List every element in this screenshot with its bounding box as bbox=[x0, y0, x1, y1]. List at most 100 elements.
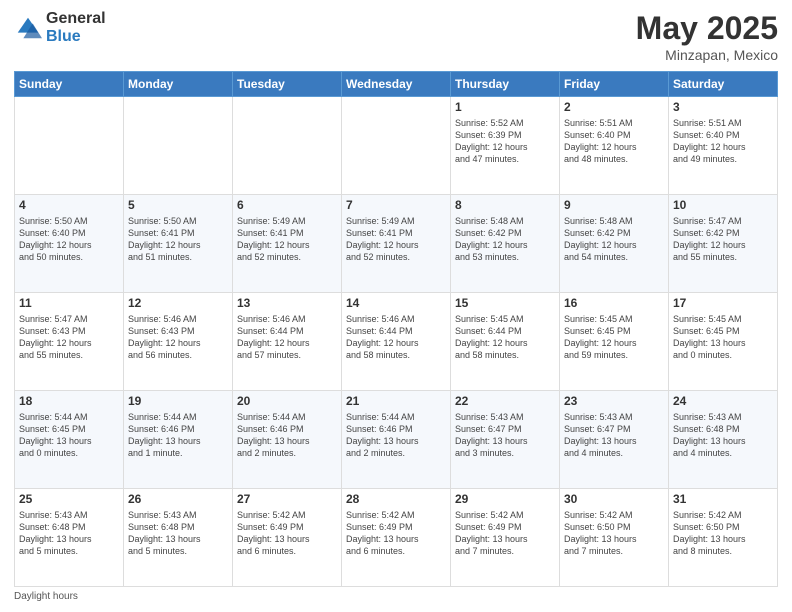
calendar-day-cell: 8Sunrise: 5:48 AM Sunset: 6:42 PM Daylig… bbox=[451, 195, 560, 293]
day-info: Sunrise: 5:47 AM Sunset: 6:43 PM Dayligh… bbox=[19, 313, 119, 362]
day-info: Sunrise: 5:42 AM Sunset: 6:49 PM Dayligh… bbox=[346, 509, 446, 558]
empty-day-cell bbox=[233, 97, 342, 195]
day-info: Sunrise: 5:43 AM Sunset: 6:48 PM Dayligh… bbox=[19, 509, 119, 558]
day-number: 31 bbox=[673, 492, 773, 508]
calendar-day-cell: 29Sunrise: 5:42 AM Sunset: 6:49 PM Dayli… bbox=[451, 489, 560, 587]
logo-general: General bbox=[46, 10, 106, 28]
day-info: Sunrise: 5:42 AM Sunset: 6:49 PM Dayligh… bbox=[455, 509, 555, 558]
calendar-day-cell: 24Sunrise: 5:43 AM Sunset: 6:48 PM Dayli… bbox=[669, 391, 778, 489]
calendar-day-cell: 6Sunrise: 5:49 AM Sunset: 6:41 PM Daylig… bbox=[233, 195, 342, 293]
day-number: 23 bbox=[564, 394, 664, 410]
day-info: Sunrise: 5:50 AM Sunset: 6:40 PM Dayligh… bbox=[19, 215, 119, 264]
day-number: 2 bbox=[564, 100, 664, 116]
calendar-day-cell: 25Sunrise: 5:43 AM Sunset: 6:48 PM Dayli… bbox=[15, 489, 124, 587]
day-info: Sunrise: 5:46 AM Sunset: 6:44 PM Dayligh… bbox=[346, 313, 446, 362]
day-number: 3 bbox=[673, 100, 773, 116]
day-info: Sunrise: 5:46 AM Sunset: 6:43 PM Dayligh… bbox=[128, 313, 228, 362]
calendar-header-row: SundayMondayTuesdayWednesdayThursdayFrid… bbox=[15, 72, 778, 97]
calendar-day-cell: 13Sunrise: 5:46 AM Sunset: 6:44 PM Dayli… bbox=[233, 293, 342, 391]
calendar-day-cell: 23Sunrise: 5:43 AM Sunset: 6:47 PM Dayli… bbox=[560, 391, 669, 489]
calendar-day-cell: 31Sunrise: 5:42 AM Sunset: 6:50 PM Dayli… bbox=[669, 489, 778, 587]
calendar-day-cell: 30Sunrise: 5:42 AM Sunset: 6:50 PM Dayli… bbox=[560, 489, 669, 587]
empty-day-cell bbox=[15, 97, 124, 195]
day-info: Sunrise: 5:51 AM Sunset: 6:40 PM Dayligh… bbox=[564, 117, 664, 166]
weekday-header-monday: Monday bbox=[124, 72, 233, 97]
calendar-day-cell: 15Sunrise: 5:45 AM Sunset: 6:44 PM Dayli… bbox=[451, 293, 560, 391]
calendar-day-cell: 21Sunrise: 5:44 AM Sunset: 6:46 PM Dayli… bbox=[342, 391, 451, 489]
calendar-day-cell: 2Sunrise: 5:51 AM Sunset: 6:40 PM Daylig… bbox=[560, 97, 669, 195]
day-number: 14 bbox=[346, 296, 446, 312]
logo-blue: Blue bbox=[46, 28, 106, 46]
calendar-day-cell: 28Sunrise: 5:42 AM Sunset: 6:49 PM Dayli… bbox=[342, 489, 451, 587]
calendar-day-cell: 16Sunrise: 5:45 AM Sunset: 6:45 PM Dayli… bbox=[560, 293, 669, 391]
day-info: Sunrise: 5:45 AM Sunset: 6:45 PM Dayligh… bbox=[673, 313, 773, 362]
day-number: 7 bbox=[346, 198, 446, 214]
weekday-header-sunday: Sunday bbox=[15, 72, 124, 97]
day-number: 10 bbox=[673, 198, 773, 214]
calendar-day-cell: 5Sunrise: 5:50 AM Sunset: 6:41 PM Daylig… bbox=[124, 195, 233, 293]
day-info: Sunrise: 5:45 AM Sunset: 6:45 PM Dayligh… bbox=[564, 313, 664, 362]
empty-day-cell bbox=[124, 97, 233, 195]
day-number: 12 bbox=[128, 296, 228, 312]
day-number: 26 bbox=[128, 492, 228, 508]
day-info: Sunrise: 5:49 AM Sunset: 6:41 PM Dayligh… bbox=[346, 215, 446, 264]
calendar-day-cell: 1Sunrise: 5:52 AM Sunset: 6:39 PM Daylig… bbox=[451, 97, 560, 195]
day-number: 13 bbox=[237, 296, 337, 312]
day-number: 29 bbox=[455, 492, 555, 508]
calendar-day-cell: 11Sunrise: 5:47 AM Sunset: 6:43 PM Dayli… bbox=[15, 293, 124, 391]
day-info: Sunrise: 5:42 AM Sunset: 6:49 PM Dayligh… bbox=[237, 509, 337, 558]
weekday-header-wednesday: Wednesday bbox=[342, 72, 451, 97]
weekday-header-thursday: Thursday bbox=[451, 72, 560, 97]
day-info: Sunrise: 5:43 AM Sunset: 6:47 PM Dayligh… bbox=[455, 411, 555, 460]
weekday-header-friday: Friday bbox=[560, 72, 669, 97]
day-info: Sunrise: 5:43 AM Sunset: 6:47 PM Dayligh… bbox=[564, 411, 664, 460]
day-info: Sunrise: 5:42 AM Sunset: 6:50 PM Dayligh… bbox=[564, 509, 664, 558]
main-title: May 2025 bbox=[636, 10, 778, 47]
logo: General Blue bbox=[14, 10, 106, 45]
day-number: 25 bbox=[19, 492, 119, 508]
day-info: Sunrise: 5:49 AM Sunset: 6:41 PM Dayligh… bbox=[237, 215, 337, 264]
legend: Daylight hours bbox=[14, 591, 778, 602]
calendar-table: SundayMondayTuesdayWednesdayThursdayFrid… bbox=[14, 71, 778, 587]
day-number: 19 bbox=[128, 394, 228, 410]
day-number: 30 bbox=[564, 492, 664, 508]
day-info: Sunrise: 5:48 AM Sunset: 6:42 PM Dayligh… bbox=[455, 215, 555, 264]
day-number: 6 bbox=[237, 198, 337, 214]
day-info: Sunrise: 5:47 AM Sunset: 6:42 PM Dayligh… bbox=[673, 215, 773, 264]
empty-day-cell bbox=[342, 97, 451, 195]
logo-text: General Blue bbox=[46, 10, 106, 45]
day-number: 27 bbox=[237, 492, 337, 508]
page: General Blue May 2025 Minzapan, Mexico S… bbox=[0, 0, 792, 612]
weekday-header-tuesday: Tuesday bbox=[233, 72, 342, 97]
calendar-week-row: 4Sunrise: 5:50 AM Sunset: 6:40 PM Daylig… bbox=[15, 195, 778, 293]
day-info: Sunrise: 5:51 AM Sunset: 6:40 PM Dayligh… bbox=[673, 117, 773, 166]
day-info: Sunrise: 5:43 AM Sunset: 6:48 PM Dayligh… bbox=[128, 509, 228, 558]
day-number: 15 bbox=[455, 296, 555, 312]
calendar-day-cell: 17Sunrise: 5:45 AM Sunset: 6:45 PM Dayli… bbox=[669, 293, 778, 391]
calendar-day-cell: 3Sunrise: 5:51 AM Sunset: 6:40 PM Daylig… bbox=[669, 97, 778, 195]
calendar-day-cell: 19Sunrise: 5:44 AM Sunset: 6:46 PM Dayli… bbox=[124, 391, 233, 489]
day-info: Sunrise: 5:42 AM Sunset: 6:50 PM Dayligh… bbox=[673, 509, 773, 558]
calendar-day-cell: 14Sunrise: 5:46 AM Sunset: 6:44 PM Dayli… bbox=[342, 293, 451, 391]
day-info: Sunrise: 5:52 AM Sunset: 6:39 PM Dayligh… bbox=[455, 117, 555, 166]
day-number: 24 bbox=[673, 394, 773, 410]
day-info: Sunrise: 5:48 AM Sunset: 6:42 PM Dayligh… bbox=[564, 215, 664, 264]
day-number: 5 bbox=[128, 198, 228, 214]
calendar-day-cell: 26Sunrise: 5:43 AM Sunset: 6:48 PM Dayli… bbox=[124, 489, 233, 587]
calendar-day-cell: 7Sunrise: 5:49 AM Sunset: 6:41 PM Daylig… bbox=[342, 195, 451, 293]
day-info: Sunrise: 5:45 AM Sunset: 6:44 PM Dayligh… bbox=[455, 313, 555, 362]
day-info: Sunrise: 5:44 AM Sunset: 6:46 PM Dayligh… bbox=[237, 411, 337, 460]
calendar-day-cell: 27Sunrise: 5:42 AM Sunset: 6:49 PM Dayli… bbox=[233, 489, 342, 587]
day-info: Sunrise: 5:44 AM Sunset: 6:46 PM Dayligh… bbox=[346, 411, 446, 460]
day-info: Sunrise: 5:43 AM Sunset: 6:48 PM Dayligh… bbox=[673, 411, 773, 460]
calendar-day-cell: 18Sunrise: 5:44 AM Sunset: 6:45 PM Dayli… bbox=[15, 391, 124, 489]
calendar-day-cell: 20Sunrise: 5:44 AM Sunset: 6:46 PM Dayli… bbox=[233, 391, 342, 489]
day-number: 17 bbox=[673, 296, 773, 312]
day-number: 20 bbox=[237, 394, 337, 410]
header: General Blue May 2025 Minzapan, Mexico bbox=[14, 10, 778, 63]
day-info: Sunrise: 5:44 AM Sunset: 6:46 PM Dayligh… bbox=[128, 411, 228, 460]
logo-icon bbox=[14, 14, 42, 42]
calendar-week-row: 11Sunrise: 5:47 AM Sunset: 6:43 PM Dayli… bbox=[15, 293, 778, 391]
calendar-week-row: 25Sunrise: 5:43 AM Sunset: 6:48 PM Dayli… bbox=[15, 489, 778, 587]
calendar-day-cell: 4Sunrise: 5:50 AM Sunset: 6:40 PM Daylig… bbox=[15, 195, 124, 293]
